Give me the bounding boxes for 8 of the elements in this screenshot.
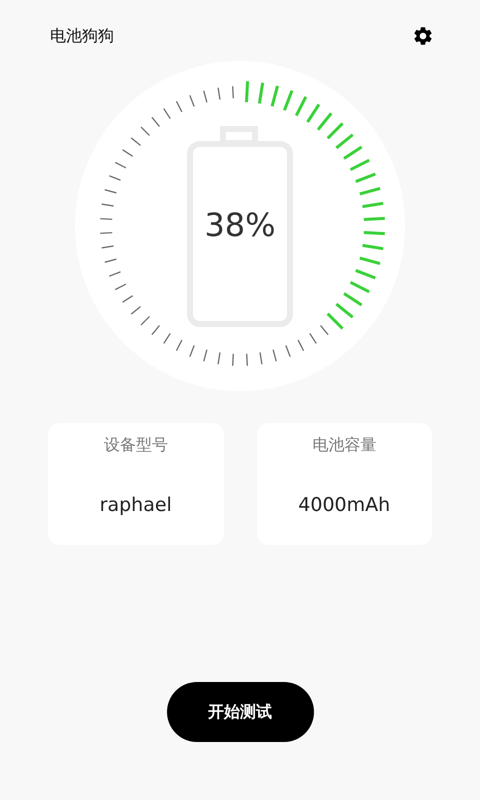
battery-percent: 38% bbox=[203, 206, 277, 244]
card-label: 设备型号 bbox=[104, 435, 168, 456]
start-test-button[interactable]: 开始测试 bbox=[166, 682, 314, 742]
card-value: 4000mAh bbox=[298, 494, 390, 516]
card-value: raphael bbox=[100, 494, 172, 516]
card-label: 电池容量 bbox=[312, 435, 376, 456]
app-title: 电池狗狗 bbox=[50, 26, 114, 46]
settings-icon[interactable] bbox=[412, 25, 434, 47]
